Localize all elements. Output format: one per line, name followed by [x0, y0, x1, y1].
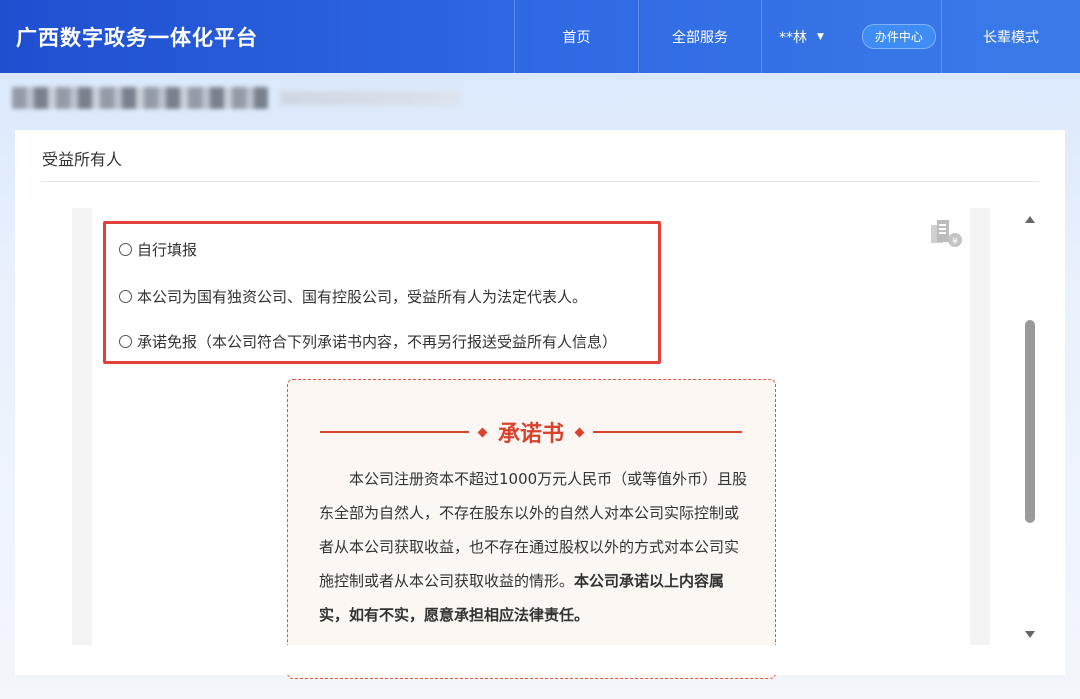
option-label: 自行填报: [137, 241, 198, 259]
document-yuan-icon[interactable]: ¥: [928, 217, 964, 249]
pledge-body: 本公司注册资本不超过1000万元人民币（或等值外币）且股东全部为自然人，不存在股…: [319, 462, 749, 632]
radio-button[interactable]: [119, 243, 132, 256]
section-title: 受益所有人: [42, 150, 123, 169]
pledge-header: 承诺书: [320, 416, 743, 448]
blurred-text: [280, 91, 460, 105]
radio-button[interactable]: [119, 335, 132, 348]
option-pledge-exempt[interactable]: 承诺免报（本公司符合下列承诺书内容，不再另行报送受益所有人信息）: [119, 331, 617, 352]
option-self-report[interactable]: 自行填报: [119, 239, 197, 260]
divider: [42, 181, 1038, 182]
option-label: 本公司为国有独资公司、国有控股公司，受益所有人为法定代表人。: [137, 288, 588, 306]
radio-button[interactable]: [119, 290, 132, 303]
nav-elder-mode[interactable]: 长辈模式: [941, 0, 1080, 73]
user-name: **林: [779, 29, 807, 46]
pledge-line-right: [593, 431, 743, 433]
option-state-owned[interactable]: 本公司为国有独资公司、国有控股公司，受益所有人为法定代表人。: [119, 286, 587, 307]
scroll-down-arrow-icon[interactable]: [1025, 631, 1035, 638]
pledge-line-left: [320, 431, 469, 433]
top-header: 广西数字政务一体化平台 首页 全部服务 **林 ▼ 办件中心 长辈模式: [0, 0, 1080, 73]
diamond-icon: [574, 427, 585, 437]
scrollbar-thumb[interactable]: [1025, 320, 1035, 523]
caret-down-icon: ▼: [817, 31, 824, 42]
office-center-button[interactable]: 办件中心: [861, 24, 936, 49]
scroll-up-arrow-icon[interactable]: [1025, 216, 1035, 223]
svg-text:¥: ¥: [952, 237, 958, 247]
platform-title[interactable]: 广西数字政务一体化平台: [16, 22, 258, 52]
option-label: 承诺免报（本公司符合下列承诺书内容，不再另行报送受益所有人信息）: [137, 333, 618, 351]
nav-all-services[interactable]: 全部服务: [638, 0, 761, 73]
diamond-icon: [477, 427, 488, 437]
nav-home[interactable]: 首页: [514, 0, 638, 73]
blurred-text: [12, 87, 268, 109]
pledge-title: 承诺书: [498, 422, 565, 447]
breadcrumb-blurred: [12, 85, 460, 111]
top-nav: 首页 全部服务 **林 ▼ 办件中心 长辈模式: [514, 0, 1080, 73]
pledge-title-wrap: 承诺书: [469, 416, 593, 448]
nav-user-menu[interactable]: **林 ▼ 办件中心: [761, 0, 941, 73]
card-bottom: [15, 645, 1065, 675]
pledge-document: 承诺书 本公司注册资本不超过1000万元人民币（或等值外币）且股东全部为自然人，…: [287, 379, 776, 679]
